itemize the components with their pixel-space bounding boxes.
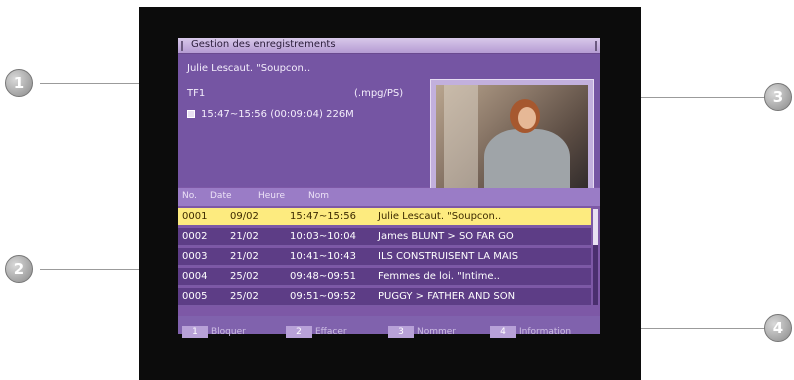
title-bar-right-tick xyxy=(595,41,597,51)
key-number: 2 xyxy=(286,326,312,338)
recording-row[interactable]: 0005 25/02 09:51~09:52 PUGGY > FATHER AN… xyxy=(178,288,591,306)
row-date: 25/02 xyxy=(230,271,259,282)
key-label: Bloquer xyxy=(211,327,246,337)
recording-time-size-text: 15:47~15:56 (00:09:04) 226M xyxy=(201,109,354,120)
video-preview-frame xyxy=(430,79,594,199)
key-label: Nommer xyxy=(417,327,457,337)
function-key-bar: 1 Bloquer 2 Effacer 3 Nommer 4 Information xyxy=(178,316,600,338)
key-number: 3 xyxy=(388,326,414,338)
row-number: 0004 xyxy=(182,271,208,282)
manual-illustration: Gestion des enregistrements Julie Lescau… xyxy=(0,0,794,380)
program-title: Julie Lescaut. "Soupcon.. xyxy=(187,63,311,74)
list-scrollbar-thumb[interactable] xyxy=(593,209,598,245)
row-date: 21/02 xyxy=(230,231,259,242)
row-time: 09:48~09:51 xyxy=(290,271,357,282)
row-name: ILS CONSTRUISENT LA MAIS xyxy=(378,251,519,262)
callout-2: 2 xyxy=(5,255,33,283)
row-number: 0002 xyxy=(182,231,208,242)
header-date: Date xyxy=(210,191,232,201)
list-header: No. Date Heure Nom xyxy=(178,188,600,206)
row-time: 10:03~10:04 xyxy=(290,231,357,242)
file-format: (.mpg/PS) xyxy=(354,88,404,99)
recording-row[interactable]: 0001 09/02 15:47~15:56 Julie Lescaut. "S… xyxy=(178,208,591,226)
row-date: 25/02 xyxy=(230,291,259,302)
callout-4: 4 xyxy=(764,314,792,342)
preview-person-body xyxy=(484,129,570,193)
row-name: Julie Lescaut. "Soupcon.. xyxy=(378,211,502,222)
recording-time-size: 15:47~15:56 (00:09:04) 226M xyxy=(187,109,354,120)
row-time: 15:47~15:56 xyxy=(290,211,357,222)
effacer-key[interactable]: 2 Effacer xyxy=(286,319,347,338)
key-label: Effacer xyxy=(315,327,347,337)
key-label: Information xyxy=(519,327,572,337)
information-key[interactable]: 4 Information xyxy=(490,319,571,338)
recording-info-panel: Julie Lescaut. "Soupcon.. TF1 (.mpg/PS) … xyxy=(178,54,600,199)
preview-person-face xyxy=(518,107,536,129)
channel-name: TF1 xyxy=(187,88,206,99)
recordings-manager-dialog: Gestion des enregistrements Julie Lescau… xyxy=(178,38,600,338)
row-name: Femmes de loi. "Intime.. xyxy=(378,271,500,282)
row-date: 09/02 xyxy=(230,211,259,222)
recording-row[interactable]: 0002 21/02 10:03~10:04 James BLUNT > SO … xyxy=(178,228,591,246)
bloquer-key[interactable]: 1 Bloquer xyxy=(182,319,246,338)
key-number: 1 xyxy=(182,326,208,338)
preview-background-door xyxy=(444,85,478,193)
row-name: PUGGY > FATHER AND SON xyxy=(378,291,516,302)
recording-row[interactable]: 0003 21/02 10:41~10:43 ILS CONSTRUISENT … xyxy=(178,248,591,266)
row-date: 21/02 xyxy=(230,251,259,262)
callout-3: 3 xyxy=(764,83,792,111)
header-time: Heure xyxy=(258,191,286,201)
row-number: 0003 xyxy=(182,251,208,262)
title-bar-left-tick xyxy=(181,41,183,51)
recording-row[interactable]: 0004 25/02 09:48~09:51 Femmes de loi. "I… xyxy=(178,268,591,286)
row-number: 0001 xyxy=(182,211,208,222)
row-time: 09:51~09:52 xyxy=(290,291,357,302)
callout-1: 1 xyxy=(5,69,33,97)
nommer-key[interactable]: 3 Nommer xyxy=(388,319,456,338)
header-no: No. xyxy=(182,191,197,201)
dialog-title: Gestion des enregistrements xyxy=(191,39,336,50)
header-name: Nom xyxy=(308,191,330,201)
row-number: 0005 xyxy=(182,291,208,302)
key-number: 4 xyxy=(490,326,516,338)
dialog-title-bar: Gestion des enregistrements xyxy=(178,38,600,54)
recording-icon xyxy=(187,110,195,118)
row-name: James BLUNT > SO FAR GO xyxy=(378,231,514,242)
row-time: 10:41~10:43 xyxy=(290,251,357,262)
video-preview xyxy=(436,85,588,193)
